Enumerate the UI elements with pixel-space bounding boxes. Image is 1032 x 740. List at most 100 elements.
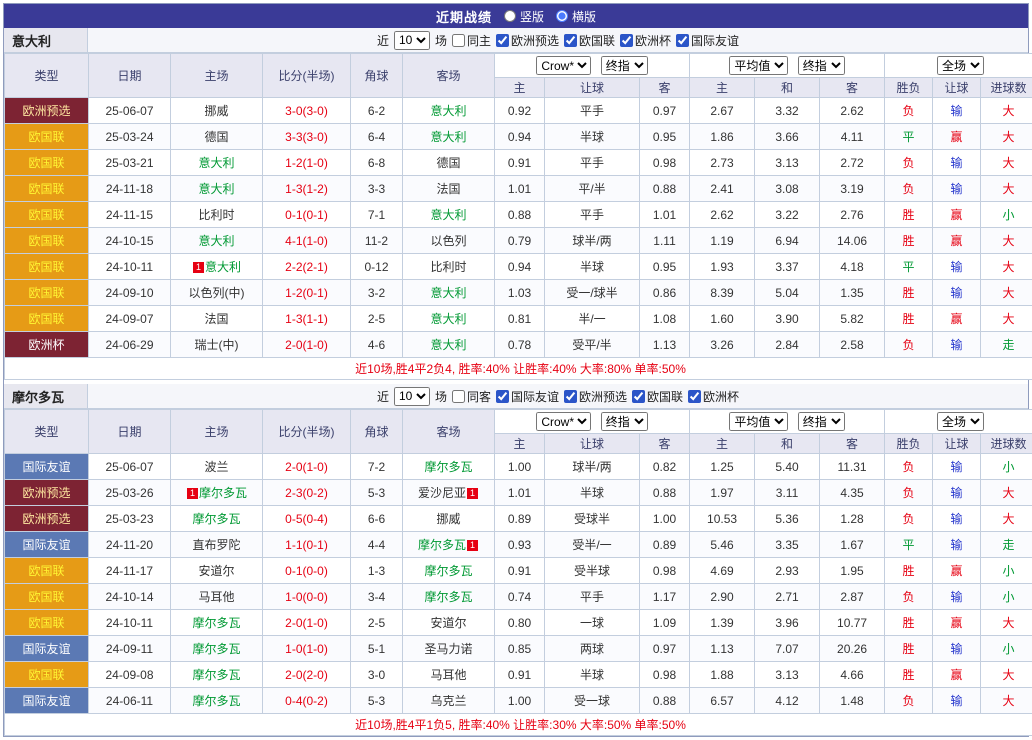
match-count-select[interactable]: 10 [394, 31, 430, 50]
away-team[interactable]: 法国 [403, 176, 495, 202]
avg-away: 14.06 [820, 228, 885, 254]
home-team[interactable]: 摩尔多瓦 [171, 662, 263, 688]
away-team[interactable]: 挪威 [403, 506, 495, 532]
away-team[interactable]: 马耳他 [403, 662, 495, 688]
score[interactable]: 1-3(1-1) [263, 306, 351, 332]
home-team[interactable]: 安道尔 [171, 558, 263, 584]
fulltime-select[interactable]: 全场 [937, 412, 984, 431]
final-odds-select[interactable]: 终指 [601, 56, 648, 75]
home-team[interactable]: 摩尔多瓦 [171, 636, 263, 662]
match-row: 国际友谊24-11-20直布罗陀1-1(0-1)4-4摩尔多瓦10.93受半/一… [5, 532, 1032, 558]
match-date: 25-03-24 [89, 124, 171, 150]
away-team[interactable]: 摩尔多瓦 [403, 558, 495, 584]
home-team[interactable]: 法国 [171, 306, 263, 332]
away-team[interactable]: 乌克兰 [403, 688, 495, 714]
score[interactable]: 0-4(0-2) [263, 688, 351, 714]
final-odds-select[interactable]: 终指 [601, 412, 648, 431]
away-team[interactable]: 意大利 [403, 98, 495, 124]
away-team[interactable]: 以色列 [403, 228, 495, 254]
same-venue-checkbox[interactable]: 同客 [452, 388, 491, 405]
league-checkbox[interactable]: 国际友谊 [676, 32, 739, 49]
final-odds-select[interactable]: 终指 [798, 412, 845, 431]
bookmaker-select[interactable]: Crow* [536, 56, 591, 75]
away-team[interactable]: 意大利 [403, 280, 495, 306]
vertical-radio-input[interactable] [504, 10, 516, 22]
home-team[interactable]: 德国 [171, 124, 263, 150]
score[interactable]: 1-2(0-1) [263, 280, 351, 306]
average-odds-select[interactable]: 平均值 [729, 412, 788, 431]
score[interactable]: 1-0(1-0) [263, 636, 351, 662]
home-team[interactable]: 比利时 [171, 202, 263, 228]
score[interactable]: 2-0(1-0) [263, 332, 351, 358]
league-checkbox[interactable]: 欧洲杯 [620, 32, 671, 49]
away-team[interactable]: 意大利 [403, 202, 495, 228]
home-team[interactable]: 意大利 [171, 176, 263, 202]
score[interactable]: 2-0(1-0) [263, 610, 351, 636]
score[interactable]: 1-2(1-0) [263, 150, 351, 176]
col-result-handicap: 让球 [933, 434, 981, 454]
home-team[interactable]: 以色列(中) [171, 280, 263, 306]
away-team[interactable]: 意大利 [403, 124, 495, 150]
away-team[interactable]: 比利时 [403, 254, 495, 280]
col-result-wdl: 胜负 [885, 434, 933, 454]
odds-away: 1.17 [640, 584, 690, 610]
score[interactable]: 1-3(1-2) [263, 176, 351, 202]
league-checkbox[interactable]: 欧洲预选 [496, 32, 559, 49]
col-corner: 角球 [351, 410, 403, 454]
match-count-select[interactable]: 10 [394, 387, 430, 406]
away-team[interactable]: 安道尔 [403, 610, 495, 636]
league-checkbox[interactable]: 欧洲预选 [564, 388, 627, 405]
league-checkbox[interactable]: 国际友谊 [496, 388, 559, 405]
score[interactable]: 1-1(0-1) [263, 532, 351, 558]
score[interactable]: 4-1(1-0) [263, 228, 351, 254]
away-team[interactable]: 摩尔多瓦1 [403, 532, 495, 558]
average-odds-select[interactable]: 平均值 [729, 56, 788, 75]
home-team[interactable]: 1意大利 [171, 254, 263, 280]
home-team[interactable]: 直布罗陀 [171, 532, 263, 558]
league-type: 欧国联 [5, 662, 89, 688]
score[interactable]: 0-1(0-1) [263, 202, 351, 228]
home-team[interactable]: 马耳他 [171, 584, 263, 610]
score[interactable]: 0-5(0-4) [263, 506, 351, 532]
home-team[interactable]: 摩尔多瓦 [171, 610, 263, 636]
avg-away: 4.35 [820, 480, 885, 506]
layout-radio-vertical[interactable]: 竖版 [504, 8, 544, 25]
away-team[interactable]: 意大利 [403, 332, 495, 358]
score[interactable]: 0-1(0-0) [263, 558, 351, 584]
avg-draw: 3.08 [755, 176, 820, 202]
bookmaker-select[interactable]: Crow* [536, 412, 591, 431]
result-goals: 大 [981, 254, 1032, 280]
league-checkbox[interactable]: 欧国联 [632, 388, 683, 405]
score[interactable]: 2-0(1-0) [263, 454, 351, 480]
score[interactable]: 3-3(3-0) [263, 124, 351, 150]
same-venue-checkbox[interactable]: 同主 [452, 32, 491, 49]
score[interactable]: 2-0(2-0) [263, 662, 351, 688]
score[interactable]: 3-0(3-0) [263, 98, 351, 124]
fulltime-select[interactable]: 全场 [937, 56, 984, 75]
home-team[interactable]: 瑞士(中) [171, 332, 263, 358]
avg-away: 1.95 [820, 558, 885, 584]
score[interactable]: 1-0(0-0) [263, 584, 351, 610]
away-team[interactable]: 爱沙尼亚1 [403, 480, 495, 506]
away-team[interactable]: 意大利 [403, 306, 495, 332]
away-team[interactable]: 摩尔多瓦 [403, 454, 495, 480]
away-team[interactable]: 摩尔多瓦 [403, 584, 495, 610]
away-team[interactable]: 德国 [403, 150, 495, 176]
final-odds-select[interactable]: 终指 [798, 56, 845, 75]
league-checkbox[interactable]: 欧国联 [564, 32, 615, 49]
home-team[interactable]: 意大利 [171, 228, 263, 254]
home-team[interactable]: 摩尔多瓦 [171, 506, 263, 532]
score[interactable]: 2-2(2-1) [263, 254, 351, 280]
league-checkbox[interactable]: 欧洲杯 [688, 388, 739, 405]
odds-away: 0.95 [640, 124, 690, 150]
home-team[interactable]: 意大利 [171, 150, 263, 176]
home-team[interactable]: 1摩尔多瓦 [171, 480, 263, 506]
horizontal-radio-input[interactable] [556, 10, 568, 22]
home-team[interactable]: 挪威 [171, 98, 263, 124]
match-date: 24-11-20 [89, 532, 171, 558]
score[interactable]: 2-3(0-2) [263, 480, 351, 506]
home-team[interactable]: 波兰 [171, 454, 263, 480]
home-team[interactable]: 摩尔多瓦 [171, 688, 263, 714]
layout-radio-horizontal[interactable]: 横版 [556, 8, 596, 25]
away-team[interactable]: 圣马力诺 [403, 636, 495, 662]
